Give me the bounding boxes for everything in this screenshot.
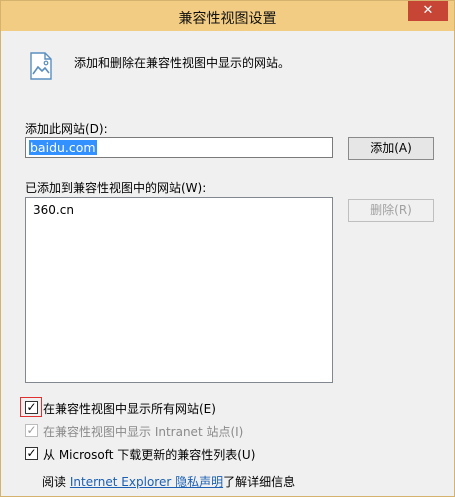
webpage-icon (30, 52, 52, 80)
add-button[interactable]: 添加(A) (348, 137, 434, 160)
add-site-input[interactable]: baidu.com (25, 137, 333, 158)
added-sites-label: 已添加到兼容性视图中的网站(W): (25, 181, 207, 195)
added-sites-list[interactable]: 360.cn (25, 197, 333, 383)
show-all-sites-label[interactable]: 在兼容性视图中显示所有网站(E) (43, 400, 216, 417)
add-site-label: 添加此网站(D): (25, 122, 108, 136)
download-list-checkbox[interactable]: ✓ (25, 447, 38, 460)
list-item[interactable]: 360.cn (33, 203, 74, 217)
close-icon: ✕ (422, 3, 434, 18)
remove-button: 删除(R) (348, 199, 434, 222)
show-intranet-label: 在兼容性视图中显示 Intranet 站点(I) (43, 425, 244, 439)
footer-prefix: 阅读 (42, 475, 67, 489)
add-site-input-value: baidu.com (29, 140, 97, 155)
close-button[interactable]: ✕ (408, 1, 448, 21)
title-bar[interactable]: 兼容性视图设置 ✕ (1, 1, 454, 31)
compatibility-view-dialog: 兼容性视图设置 ✕ 添加和删除在兼容性视图中显示的网站。 添加此网站(D): b… (0, 0, 455, 497)
download-list-label[interactable]: 从 Microsoft 下载更新的兼容性列表(U) (43, 446, 255, 463)
privacy-statement-link[interactable]: Internet Explorer 隐私声明 (70, 475, 223, 489)
show-all-sites-checkbox[interactable]: ✓ (25, 401, 38, 414)
window-title: 兼容性视图设置 (178, 11, 277, 27)
dialog-body: 添加和删除在兼容性视图中显示的网站。 添加此网站(D): baidu.com 添… (9, 31, 446, 490)
dialog-description: 添加和删除在兼容性视图中显示的网站。 (74, 56, 291, 70)
privacy-footer: 阅读 Internet Explorer 隐私声明了解详细信息 (42, 473, 295, 490)
footer-suffix: 了解详细信息 (223, 475, 296, 489)
show-intranet-checkbox: ✓ (25, 423, 38, 437)
